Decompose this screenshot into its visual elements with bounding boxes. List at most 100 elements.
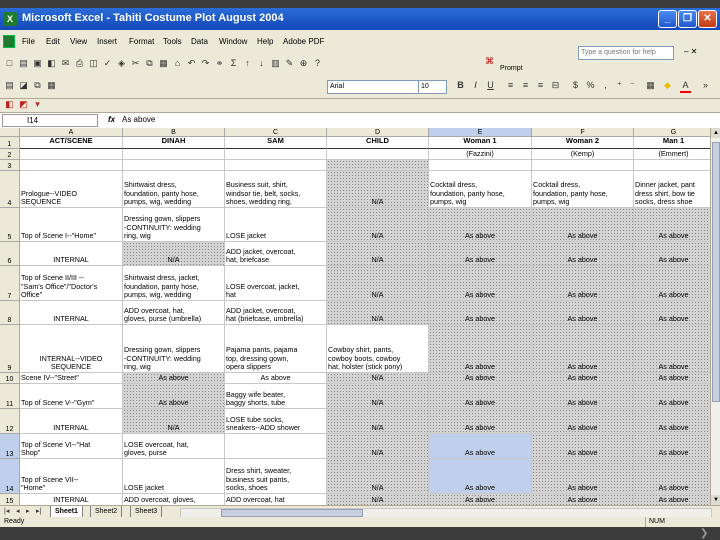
- chart-icon[interactable]: ▥: [270, 58, 281, 69]
- close-button[interactable]: ✕: [698, 10, 717, 28]
- column-header-e[interactable]: E: [429, 128, 532, 137]
- cell-b14[interactable]: LOSE jacket: [123, 459, 225, 494]
- column-header-b[interactable]: B: [123, 128, 225, 137]
- cell-c8[interactable]: ADD jacket, overcoat, hat (briefcase, um…: [225, 301, 327, 325]
- copy-doc-icon[interactable]: ⧉: [32, 80, 43, 91]
- menu-item-help[interactable]: Help: [257, 37, 273, 46]
- cell-d9[interactable]: Cowboy shirt, pants, cowboy boots, cowbo…: [327, 325, 429, 373]
- vertical-scrollbar[interactable]: ▲ ▼: [710, 128, 720, 505]
- cell-c11[interactable]: Baggy wife beater, baggy shorts, tube: [225, 384, 327, 409]
- autosum-icon[interactable]: Σ: [228, 58, 239, 69]
- bold-icon[interactable]: B: [455, 80, 466, 91]
- cell-c12[interactable]: LOSE tube socks, sneakers--ADD shower: [225, 409, 327, 434]
- cell-e10[interactable]: As above: [429, 373, 532, 384]
- cell-b15[interactable]: ADD overcoat, gloves,: [123, 494, 225, 505]
- minimize-button[interactable]: _: [658, 10, 677, 28]
- cell-f9[interactable]: As above: [532, 325, 634, 373]
- save-icon[interactable]: ▣: [32, 58, 43, 69]
- menu-item-tools[interactable]: Tools: [163, 37, 182, 46]
- cell-f6[interactable]: As above: [532, 242, 634, 266]
- align-left-icon[interactable]: ≡: [505, 80, 516, 91]
- cell-f8[interactable]: As above: [532, 301, 634, 325]
- copy-icon[interactable]: ⧉: [144, 58, 155, 69]
- align-center-icon[interactable]: ≡: [520, 80, 531, 91]
- cell-e8[interactable]: As above: [429, 301, 532, 325]
- cell-f3[interactable]: [532, 160, 634, 171]
- hscroll-thumb[interactable]: [221, 509, 363, 517]
- maximize-button[interactable]: ❐: [678, 10, 697, 28]
- row-header[interactable]: 11: [0, 384, 20, 409]
- cell-f11[interactable]: As above: [532, 384, 634, 409]
- menu-item-format[interactable]: Format: [129, 37, 154, 46]
- cell-e1[interactable]: Woman 1: [429, 137, 532, 149]
- cell-a15[interactable]: INTERNAL: [20, 494, 123, 505]
- cell-c4[interactable]: Business suit, shirt, windsor tie, belt,…: [225, 171, 327, 208]
- row-header[interactable]: 3: [0, 160, 20, 171]
- borders-icon[interactable]: ▦: [645, 80, 656, 91]
- cell-f1[interactable]: Woman 2: [532, 137, 634, 149]
- cut-icon[interactable]: ✂: [130, 58, 141, 69]
- paste-icon[interactable]: ▦: [158, 58, 169, 69]
- cell-b7[interactable]: Shirtwaist dress, jacket, foundation, pa…: [123, 266, 225, 301]
- cell-f10[interactable]: As above: [532, 373, 634, 384]
- row-header[interactable]: 13: [0, 434, 20, 459]
- sort-desc-icon[interactable]: ↓: [256, 58, 267, 69]
- menu-item-edit[interactable]: Edit: [46, 37, 60, 46]
- cell-f7[interactable]: As above: [532, 266, 634, 301]
- cell-c5[interactable]: LOSE jacket: [225, 208, 327, 242]
- cell-g8[interactable]: As above: [634, 301, 710, 325]
- cell-g14[interactable]: As above: [634, 459, 710, 494]
- cell-a12[interactable]: INTERNAL: [20, 409, 123, 434]
- row-header[interactable]: 12: [0, 409, 20, 434]
- cell-g3[interactable]: [634, 160, 710, 171]
- cell-d10[interactable]: N/A: [327, 373, 429, 384]
- comma-icon[interactable]: ,: [600, 80, 611, 91]
- currency-icon[interactable]: $: [570, 80, 581, 91]
- cell-a1[interactable]: ACT/SCENE: [20, 137, 123, 149]
- scroll-down-icon[interactable]: ▼: [711, 495, 720, 505]
- font-size-select[interactable]: 10: [418, 80, 447, 94]
- cell-g9[interactable]: As above: [634, 325, 710, 373]
- fx-icon[interactable]: fx: [108, 115, 115, 124]
- spell-icon[interactable]: ✓: [102, 58, 113, 69]
- cell-d11[interactable]: N/A: [327, 384, 429, 409]
- cell-e12[interactable]: As above: [429, 409, 532, 434]
- tab-nav-next-icon[interactable]: ▸: [26, 507, 30, 515]
- sort-asc-icon[interactable]: ↑: [242, 58, 253, 69]
- cell-f15[interactable]: As above: [532, 494, 634, 505]
- cell-e5[interactable]: As above: [429, 208, 532, 242]
- drawing-icon[interactable]: ✎: [284, 58, 295, 69]
- cell-g15[interactable]: As above: [634, 494, 710, 505]
- cell-d3[interactable]: [327, 160, 429, 171]
- column-header-c[interactable]: C: [225, 128, 327, 137]
- cell-g11[interactable]: As above: [634, 384, 710, 409]
- cell-g7[interactable]: As above: [634, 266, 710, 301]
- cell-e13[interactable]: As above: [429, 434, 532, 459]
- fill-color-icon[interactable]: ◆: [662, 80, 673, 91]
- permission-icon[interactable]: ◧: [46, 58, 57, 69]
- pdf-create-icon[interactable]: ◧: [4, 99, 15, 110]
- cell-d6[interactable]: N/A: [327, 242, 429, 266]
- print-icon[interactable]: ⎙: [74, 58, 85, 69]
- cell-c7[interactable]: LOSE overcoat, jacket, hat: [225, 266, 327, 301]
- column-header-f[interactable]: F: [532, 128, 634, 137]
- cell-d12[interactable]: N/A: [327, 409, 429, 434]
- row-header[interactable]: 10: [0, 373, 20, 384]
- cell-a14[interactable]: Top of Scene VII-- "Home": [20, 459, 123, 494]
- help-icon[interactable]: ?: [312, 58, 323, 69]
- new-icon[interactable]: □: [4, 58, 15, 69]
- cell-f5[interactable]: As above: [532, 208, 634, 242]
- cell-d2[interactable]: [327, 149, 429, 160]
- research-icon[interactable]: ◈: [116, 58, 127, 69]
- column-header-a[interactable]: A: [20, 128, 123, 137]
- cell-d1[interactable]: CHILD: [327, 137, 429, 149]
- cell-b9[interactable]: Dressing gown, slippers -CONTINUITY: wed…: [123, 325, 225, 373]
- cell-a2[interactable]: [20, 149, 123, 160]
- cell-b6[interactable]: N/A: [123, 242, 225, 266]
- percent-icon[interactable]: %: [585, 80, 596, 91]
- cell-g13[interactable]: As above: [634, 434, 710, 459]
- cell-e15[interactable]: As above: [429, 494, 532, 505]
- format-painter-icon[interactable]: ⌂: [172, 58, 183, 69]
- cell-f12[interactable]: As above: [532, 409, 634, 434]
- adobe-pdf-icon[interactable]: ⌘: [484, 56, 495, 67]
